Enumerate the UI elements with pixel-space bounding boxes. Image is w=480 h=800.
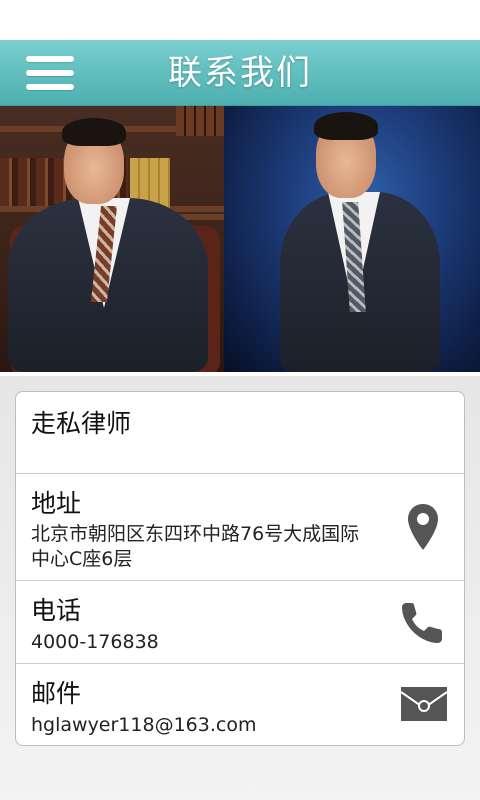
lawyer-photo-banner xyxy=(0,106,480,372)
firm-row: 走私律师 xyxy=(16,392,464,474)
contact-card: 走私律师 地址 北京市朝阳区东四环中路76号大成国际 中心C座6层 电话 400… xyxy=(15,391,465,746)
address-line-1: 北京市朝阳区东四环中路76号大成国际 xyxy=(31,523,360,545)
status-bar xyxy=(0,0,480,40)
firm-name: 走私律师 xyxy=(31,409,132,438)
app-header: 联系我们 xyxy=(0,40,480,106)
studio-photo xyxy=(224,106,480,372)
envelope-icon[interactable] xyxy=(400,686,448,722)
email-row[interactable]: 邮件 hglawyer118@163.com xyxy=(16,664,464,745)
page-title: 联系我们 xyxy=(168,53,312,93)
email-label: 邮件 xyxy=(31,679,82,708)
phone-row[interactable]: 电话 4000-176838 xyxy=(16,581,464,664)
address-label: 地址 xyxy=(31,489,82,518)
phone-number: 4000-176838 xyxy=(31,631,159,653)
email-address: hglawyer118@163.com xyxy=(31,714,257,736)
phone-icon[interactable] xyxy=(400,599,446,645)
location-pin-icon[interactable] xyxy=(406,502,440,552)
address-line-2: 中心C座6层 xyxy=(31,548,133,570)
address-row[interactable]: 地址 北京市朝阳区东四环中路76号大成国际 中心C座6层 xyxy=(16,474,464,581)
office-photo xyxy=(0,106,224,372)
phone-label: 电话 xyxy=(31,596,82,625)
